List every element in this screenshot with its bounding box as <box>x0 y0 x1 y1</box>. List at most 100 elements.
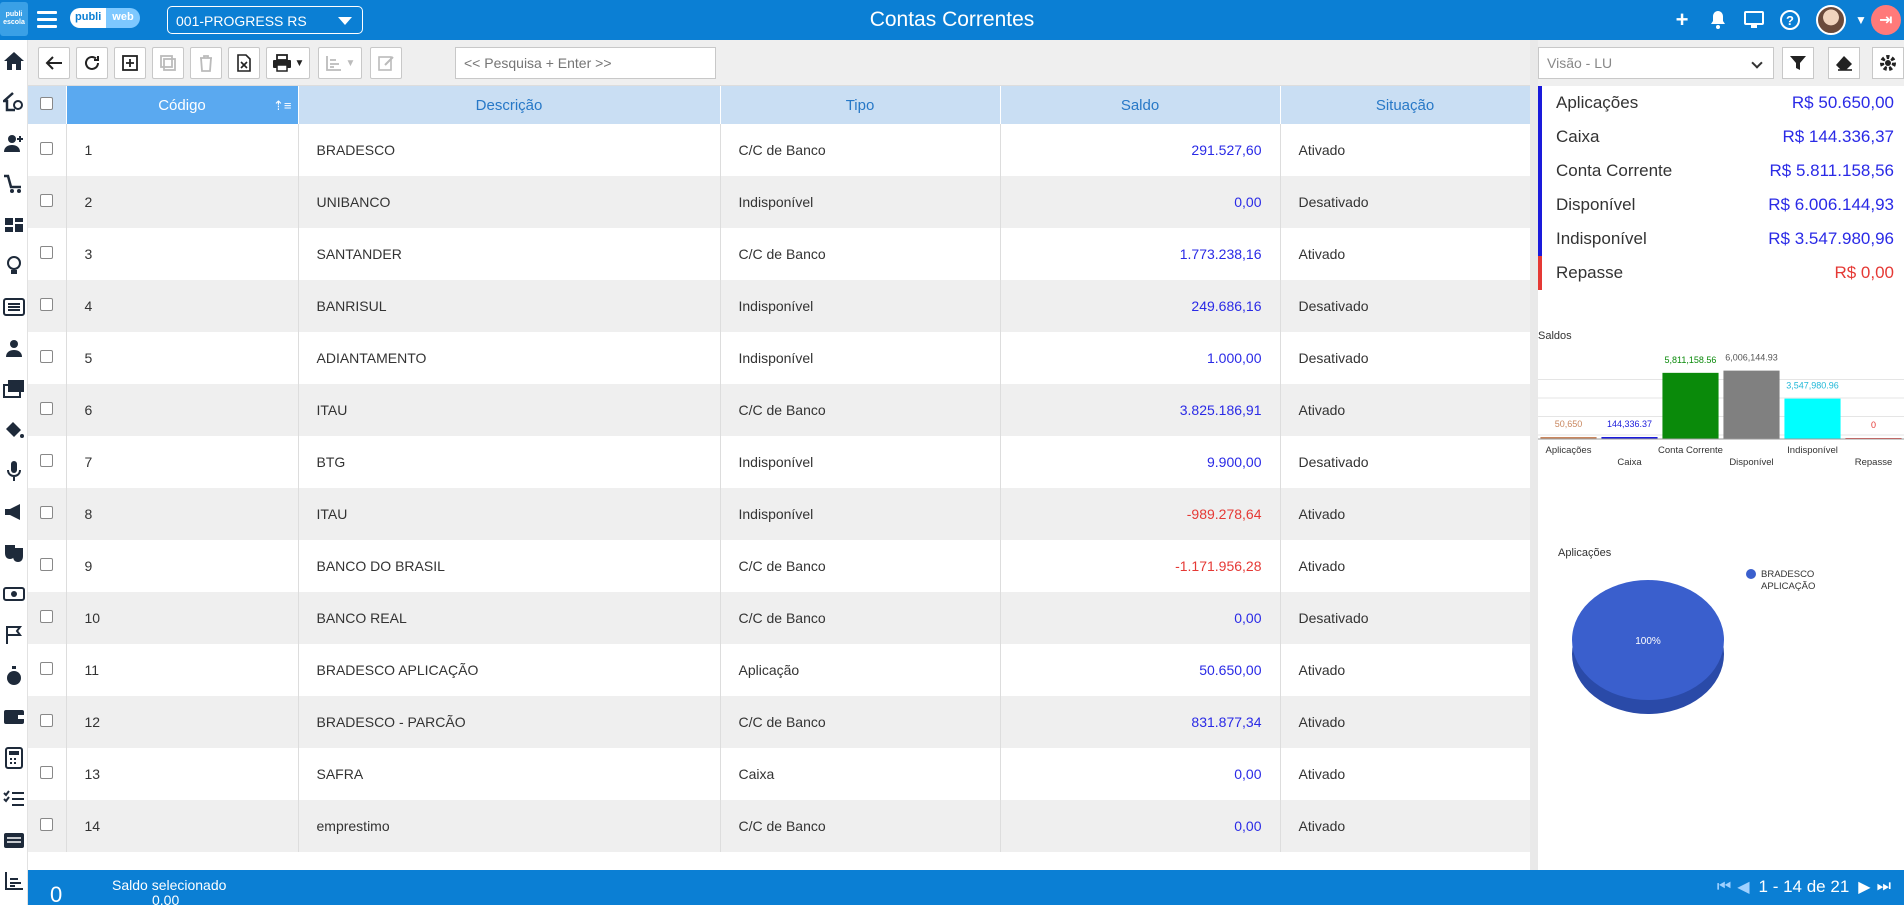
row-checkbox[interactable] <box>40 194 54 207</box>
row-checkbox-cell[interactable] <box>28 124 67 176</box>
settings-gear-icon[interactable] <box>1872 47 1904 79</box>
row-checkbox[interactable] <box>40 298 54 311</box>
row-checkbox[interactable] <box>40 246 54 259</box>
table-row[interactable]: 7 BTG Indisponível 9.900,00 Desativado <box>28 436 1531 488</box>
view-select[interactable]: Visão - LU <box>1538 47 1774 79</box>
table-row[interactable]: 12 BRADESCO - PARCÃO C/C de Banco 831.877,3… <box>28 696 1531 748</box>
monitor-icon[interactable] <box>1736 0 1772 40</box>
calculator-icon[interactable] <box>0 737 27 778</box>
column-header-codigo[interactable]: Código ⇡≡ <box>66 86 299 124</box>
search-home-icon[interactable] <box>0 81 27 122</box>
flag-icon[interactable] <box>0 614 27 655</box>
megaphone-icon[interactable] <box>0 491 27 532</box>
user-menu-caret-icon[interactable]: ▼ <box>1854 0 1868 40</box>
user-avatar[interactable] <box>1808 0 1854 40</box>
theater-masks-icon[interactable] <box>0 532 27 573</box>
logout-icon[interactable]: ⇥ <box>1868 0 1904 40</box>
row-checkbox[interactable] <box>40 662 54 675</box>
notifications-bell-icon[interactable] <box>1700 0 1736 40</box>
row-checkbox-cell[interactable] <box>28 748 67 800</box>
table-row[interactable]: 9 BANCO DO BRASIL C/C de Banco -1.171.956,2… <box>28 540 1531 592</box>
home-icon[interactable] <box>0 40 27 81</box>
row-checkbox[interactable] <box>40 454 54 467</box>
copy-button[interactable] <box>152 47 184 79</box>
filter-button[interactable] <box>1782 47 1814 79</box>
table-row[interactable]: 6 ITAU C/C de Banco 3.825.186,91 Ativado <box>28 384 1531 436</box>
checklist-icon[interactable] <box>0 778 27 819</box>
select-all-checkbox[interactable] <box>40 96 54 110</box>
row-checkbox-cell[interactable] <box>28 332 67 384</box>
stopwatch-icon[interactable] <box>0 655 27 696</box>
side-logo[interactable]: publi escola <box>0 2 28 36</box>
row-checkbox[interactable] <box>40 506 54 519</box>
table-row[interactable]: 1 BRADESCO C/C de Banco 291.527,60 Ativado <box>28 124 1531 176</box>
row-checkbox[interactable] <box>40 818 54 831</box>
row-checkbox-cell[interactable] <box>28 592 67 644</box>
search-input[interactable] <box>455 47 716 79</box>
sort-dropdown-icon[interactable]: ▼ <box>346 58 356 69</box>
export-excel-button[interactable] <box>228 47 260 79</box>
row-checkbox-cell[interactable] <box>28 228 67 280</box>
row-checkbox[interactable] <box>40 558 54 571</box>
lightbulb-icon[interactable] <box>0 245 27 286</box>
row-checkbox[interactable] <box>40 142 54 155</box>
help-icon[interactable]: ? <box>1772 0 1808 40</box>
table-row[interactable]: 13 SAFRA Caixa 0,00 Ativado <box>28 748 1531 800</box>
row-checkbox-cell[interactable] <box>28 800 67 852</box>
table-row[interactable]: 14 emprestimo C/C de Banco 0,00 Ativado <box>28 800 1531 852</box>
column-header-descricao[interactable]: Descrição <box>298 86 721 124</box>
row-checkbox[interactable] <box>40 766 54 779</box>
row-checkbox-cell[interactable] <box>28 176 67 228</box>
row-checkbox-cell[interactable] <box>28 696 67 748</box>
column-header-tipo[interactable]: Tipo <box>720 86 1001 124</box>
first-page-icon[interactable]: ⏮ <box>1717 878 1731 896</box>
refresh-button[interactable] <box>76 47 108 79</box>
row-checkbox-cell[interactable] <box>28 644 67 696</box>
table-row[interactable]: 2 UNIBANCO Indisponível 0,00 Desativado <box>28 176 1531 228</box>
hamburger-menu-icon[interactable] <box>37 11 57 29</box>
microphone-icon[interactable] <box>0 450 27 491</box>
row-checkbox-cell[interactable] <box>28 436 67 488</box>
row-checkbox-cell[interactable] <box>28 280 67 332</box>
add-icon[interactable]: + <box>1664 0 1700 40</box>
clear-filter-button[interactable] <box>1828 47 1860 79</box>
column-header-saldo[interactable]: Saldo <box>1000 86 1281 124</box>
select-all-header[interactable] <box>28 86 67 124</box>
row-checkbox[interactable] <box>40 714 54 727</box>
next-page-icon[interactable]: ▶ <box>1858 877 1870 897</box>
company-select[interactable]: 001-PROGRESS RS <box>167 6 363 34</box>
table-row[interactable]: 11 BRADESCO APLICAÇÃO Aplicação 50.650,00 At… <box>28 644 1531 696</box>
print-dropdown-icon[interactable]: ▼ <box>295 58 305 69</box>
add-user-icon[interactable] <box>0 122 27 163</box>
print-button[interactable]: ▼ <box>266 47 310 79</box>
sort-ascending-icon[interactable]: ⇡≡ <box>273 98 291 114</box>
table-row[interactable]: 4 BANRISUL Indisponível 249.686,16 Desativad… <box>28 280 1531 332</box>
last-page-icon[interactable]: ⏭ <box>1877 878 1891 896</box>
gallery-icon[interactable] <box>0 368 27 409</box>
wallet-icon[interactable] <box>0 696 27 737</box>
prev-page-icon[interactable]: ◀ <box>1737 877 1749 897</box>
row-checkbox[interactable] <box>40 610 54 623</box>
table-row[interactable]: 8 ITAU Indisponível -989.278,64 Ativado <box>28 488 1531 540</box>
sort-button[interactable]: ▼ <box>318 47 362 79</box>
back-button[interactable] <box>38 47 70 79</box>
row-checkbox[interactable] <box>40 350 54 363</box>
row-checkbox[interactable] <box>40 402 54 415</box>
column-header-situacao[interactable]: Situação <box>1280 86 1531 124</box>
new-record-button[interactable] <box>114 47 146 79</box>
list-icon[interactable] <box>0 286 27 327</box>
table-row[interactable]: 10 BANCO REAL C/C de Banco 0,00 Desativado <box>28 592 1531 644</box>
table-row[interactable]: 3 SANTANDER C/C de Banco 1.773.238,16 Ativad… <box>28 228 1531 280</box>
row-checkbox-cell[interactable] <box>28 384 67 436</box>
database-icon[interactable] <box>0 819 27 860</box>
edit-button[interactable] <box>370 47 402 79</box>
person-icon[interactable] <box>0 327 27 368</box>
dashboard-icon[interactable] <box>0 204 27 245</box>
delete-button[interactable] <box>190 47 222 79</box>
bar-chart-icon[interactable] <box>0 860 27 901</box>
table-row[interactable]: 5 ADIANTAMENTO Indisponível 1.000,00 Desativ… <box>28 332 1531 384</box>
paint-bucket-icon[interactable] <box>0 409 27 450</box>
row-checkbox-cell[interactable] <box>28 540 67 592</box>
money-icon[interactable] <box>0 573 27 614</box>
row-checkbox-cell[interactable] <box>28 488 67 540</box>
